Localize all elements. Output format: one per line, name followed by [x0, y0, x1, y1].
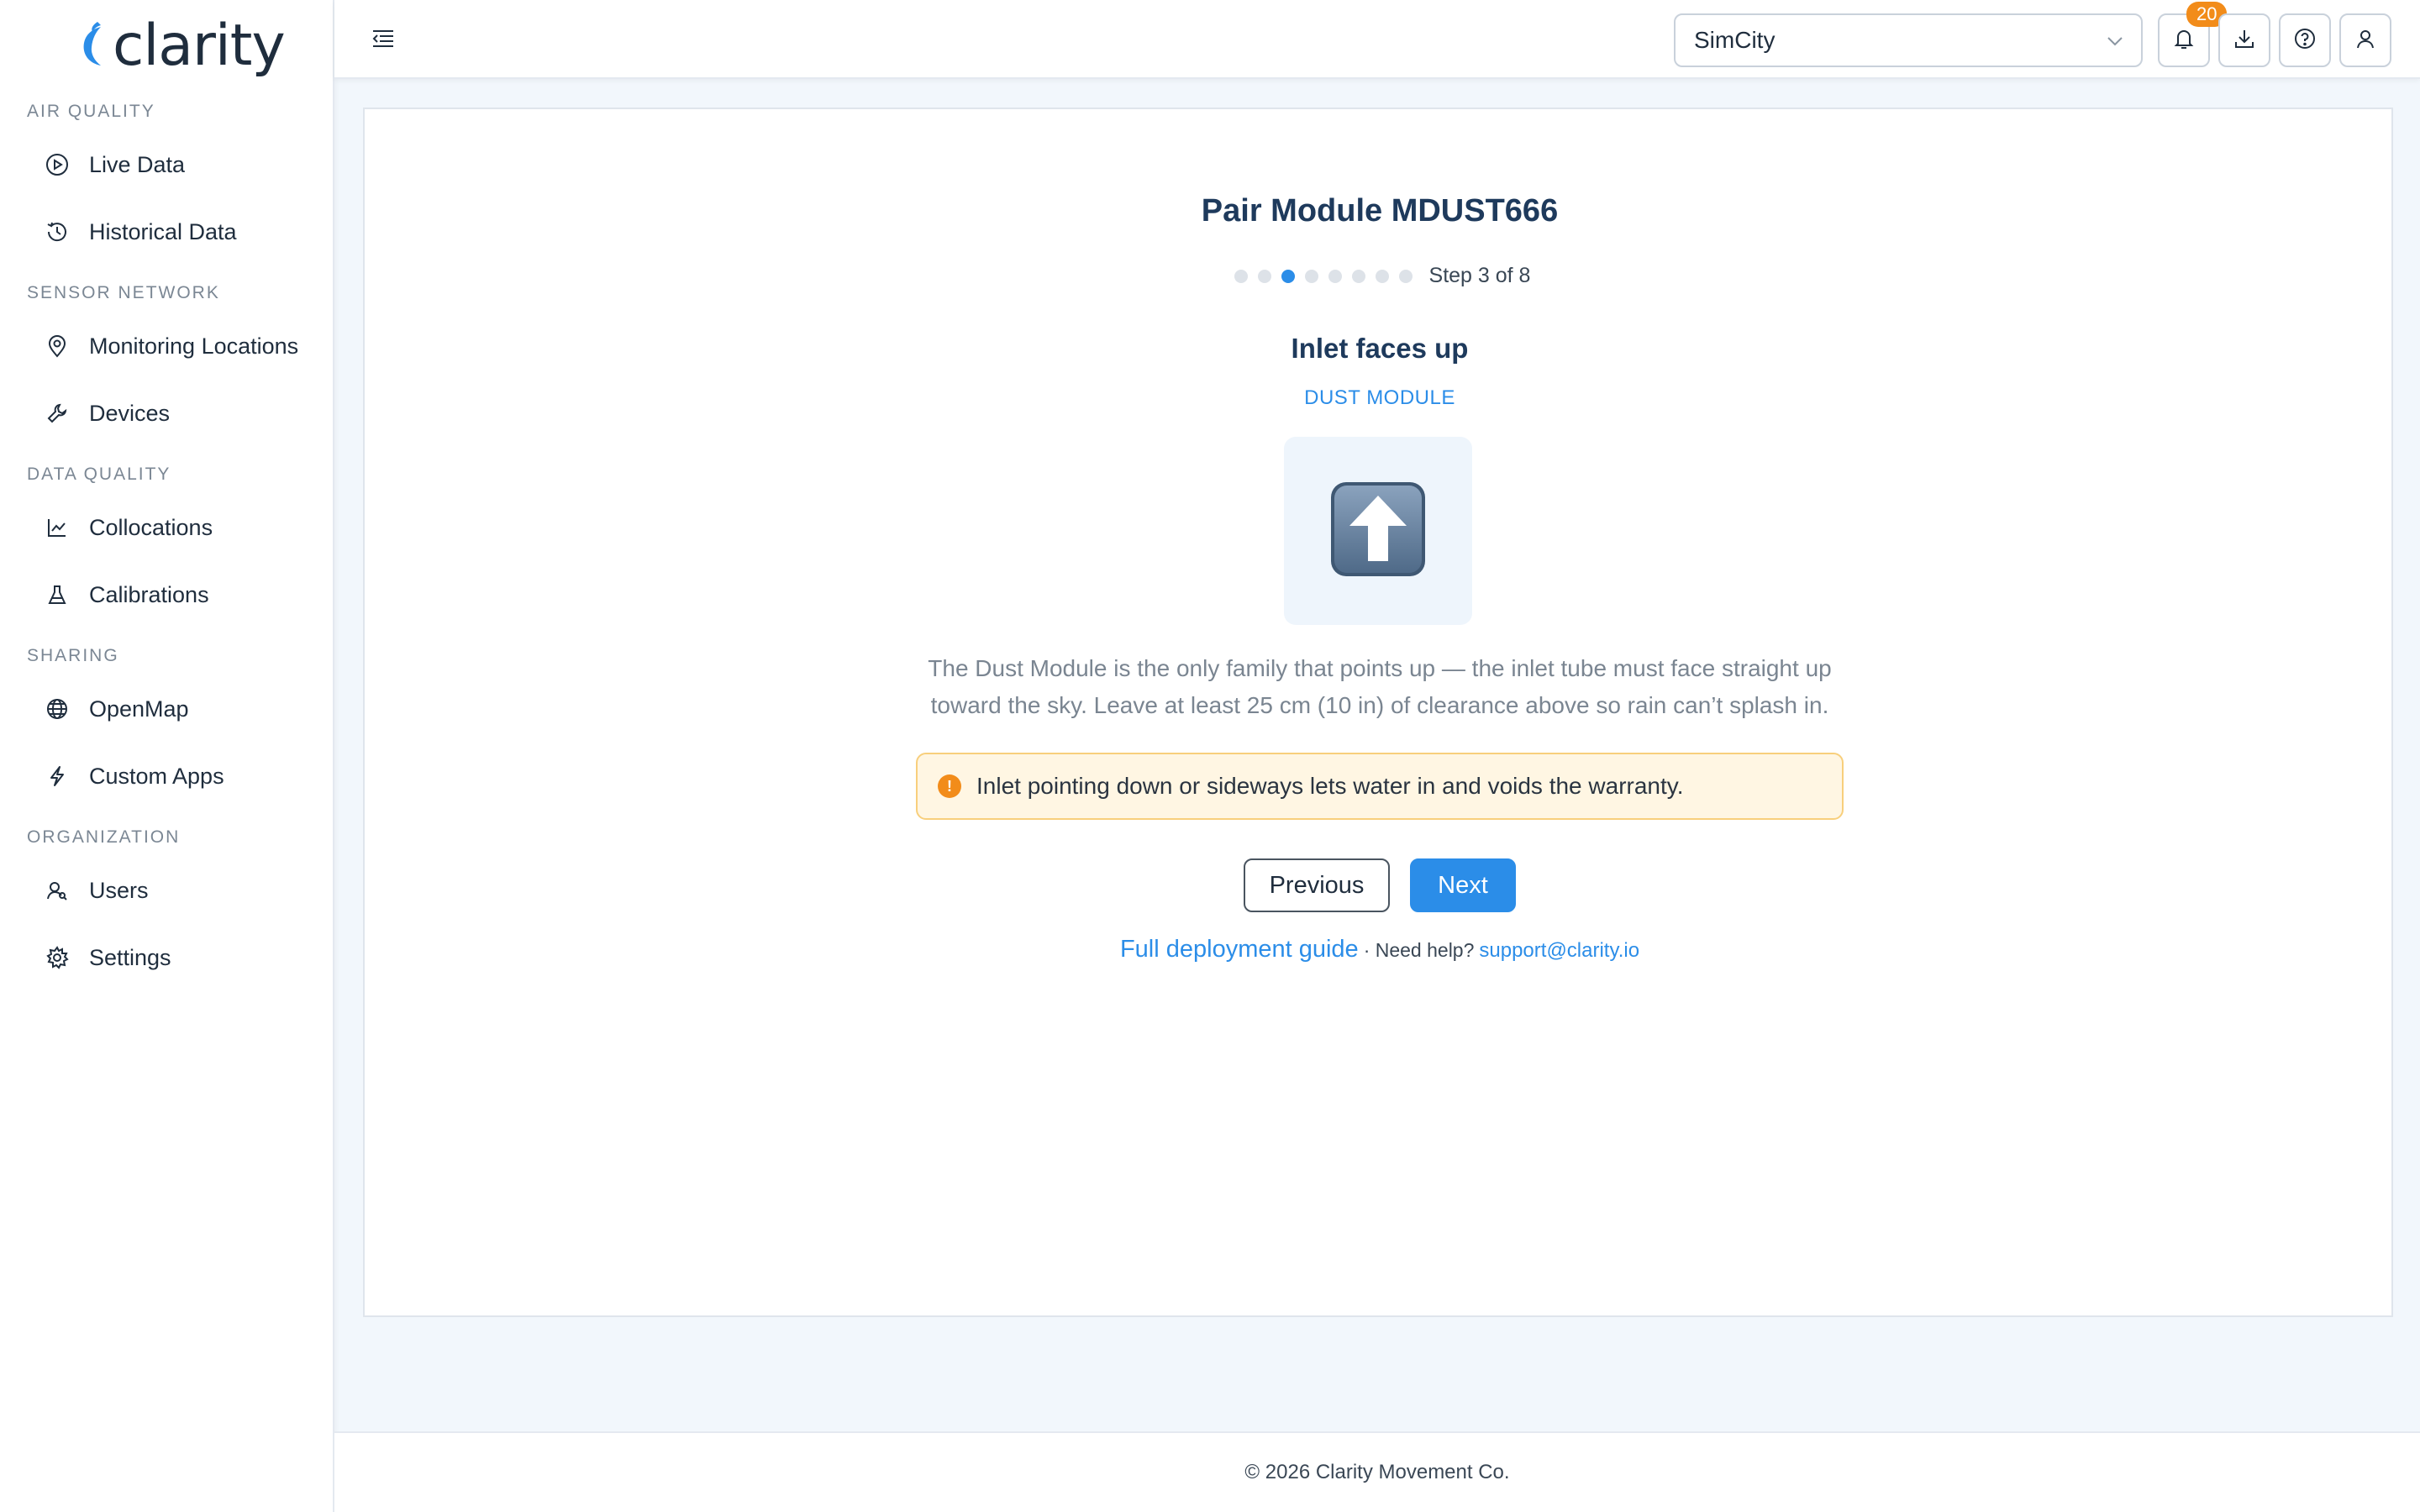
sidebar-item-label: Calibrations	[89, 581, 209, 607]
clarity-logo[interactable]: clarity	[76, 12, 286, 79]
clock-icon	[42, 217, 72, 247]
copyright-text: © 2026 Clarity Movement Co.	[1244, 1461, 1510, 1483]
footer: © 2026 Clarity Movement Co.	[334, 1431, 2420, 1512]
globe-icon	[42, 694, 72, 724]
sidebar-item-label: Monitoring Locations	[89, 333, 299, 359]
sidebar-item-label: Users	[89, 877, 149, 903]
illustration-box	[1284, 437, 1472, 625]
chevron-down-icon	[2104, 30, 2126, 52]
sidebar-item-openmap[interactable]: OpenMap	[27, 682, 313, 736]
description-line: toward the sky. Leave at least 25 cm (10…	[930, 692, 1829, 718]
nav-section-sharing: SHARING	[27, 646, 119, 665]
step-counter: Step 3 of 8	[1428, 264, 1531, 287]
sidebar-item-historical-data[interactable]: Historical Data	[27, 205, 313, 259]
sidebar-item-label: Settings	[89, 944, 171, 970]
sidebar-item-label: Collocations	[89, 514, 213, 540]
sidebar-item-label: Live Data	[89, 151, 186, 177]
step-dot	[1328, 269, 1342, 283]
step-title: Inlet faces up	[1291, 333, 1469, 364]
logo-mark-icon	[76, 20, 109, 71]
nav-section-organization: ORGANIZATION	[27, 827, 181, 847]
sidebar-item-monitoring-locations[interactable]: Monitoring Locations	[27, 319, 313, 373]
step-dot	[1304, 269, 1318, 283]
help-text: · Need help?	[1363, 939, 1475, 961]
pair-module-card: Pair Module MDUST666 Step 3 of 8 Inlet f…	[363, 108, 2393, 1317]
wrench-icon	[42, 398, 72, 428]
sidebar-item-label: Custom Apps	[89, 763, 224, 789]
organization-select-value: SimCity	[1694, 27, 1776, 53]
step-dot	[1257, 269, 1271, 283]
download-icon	[2233, 27, 2256, 55]
step-dot	[1234, 269, 1248, 283]
step-description: The Dust Module is the only family that …	[365, 650, 2395, 724]
step-dot	[1351, 269, 1365, 283]
up-arrow-icon	[1329, 480, 1427, 582]
user-icon	[2354, 27, 2377, 55]
sidebar-item-calibrations[interactable]: Calibrations	[27, 568, 313, 622]
lightning-icon	[42, 761, 72, 791]
support-email-link[interactable]: support@clarity.io	[1479, 939, 1639, 963]
warning-alert: ! Inlet pointing down or sideways lets w…	[916, 753, 1844, 820]
sidebar-item-collocations[interactable]: Collocations	[27, 501, 313, 554]
help-links: Full deployment guide · Need help? suppo…	[365, 936, 2395, 963]
gear-icon	[42, 942, 72, 973]
warning-text: Inlet pointing down or sideways lets wat…	[976, 773, 1684, 799]
sidebar-item-custom-apps[interactable]: Custom Apps	[27, 749, 313, 803]
help-circle-icon	[2293, 27, 2317, 55]
step-indicator: Step 3 of 8	[365, 264, 2395, 288]
notifications-button[interactable]: 20	[2158, 2, 2228, 67]
sidebar-item-settings[interactable]: Settings	[27, 931, 313, 984]
help-button[interactable]	[2279, 13, 2331, 67]
previous-button[interactable]: Previous	[1244, 858, 1390, 912]
sidebar-item-live-data[interactable]: Live Data	[27, 138, 313, 192]
nav-section-sensor-network: SENSOR NETWORK	[27, 283, 220, 302]
sidebar-item-devices[interactable]: Devices	[27, 386, 313, 440]
sidebar-item-users[interactable]: Users	[27, 864, 313, 917]
step-dot	[1398, 269, 1413, 283]
next-button[interactable]: Next	[1410, 858, 1516, 912]
collapse-sidebar-button[interactable]	[366, 24, 400, 57]
sidebar-item-label: Historical Data	[89, 218, 237, 244]
users-icon	[42, 875, 72, 906]
line-chart-icon	[42, 512, 72, 543]
step-dot	[1375, 269, 1389, 283]
flask-icon	[42, 580, 72, 610]
description-line: The Dust Module is the only family that …	[928, 655, 1832, 681]
nav-section-data-quality: DATA QUALITY	[27, 465, 171, 484]
download-button[interactable]	[2218, 13, 2270, 67]
warning-icon: !	[938, 774, 961, 798]
sidebar: clarity AIR QUALITY Live Data Historical…	[0, 0, 334, 1512]
sidebar-item-label: Devices	[89, 400, 171, 426]
step-dot-active	[1281, 269, 1295, 283]
account-button[interactable]	[2339, 13, 2391, 67]
sidebar-item-label: OpenMap	[89, 696, 189, 722]
logo-text: clarity	[113, 12, 286, 79]
nav-section-air-quality: AIR QUALITY	[27, 102, 155, 121]
map-pin-icon	[42, 331, 72, 361]
step-subtitle: DUST MODULE	[1304, 386, 1455, 409]
bell-icon	[2172, 27, 2196, 55]
deployment-guide-link[interactable]: Full deployment guide	[1120, 936, 1359, 963]
wizard-title: Pair Module MDUST666	[1201, 193, 1559, 228]
top-header: SimCity 20	[334, 0, 2420, 79]
play-circle-icon	[42, 150, 72, 180]
menu-collapse-icon	[371, 29, 395, 53]
organization-select[interactable]: SimCity	[1674, 13, 2143, 67]
